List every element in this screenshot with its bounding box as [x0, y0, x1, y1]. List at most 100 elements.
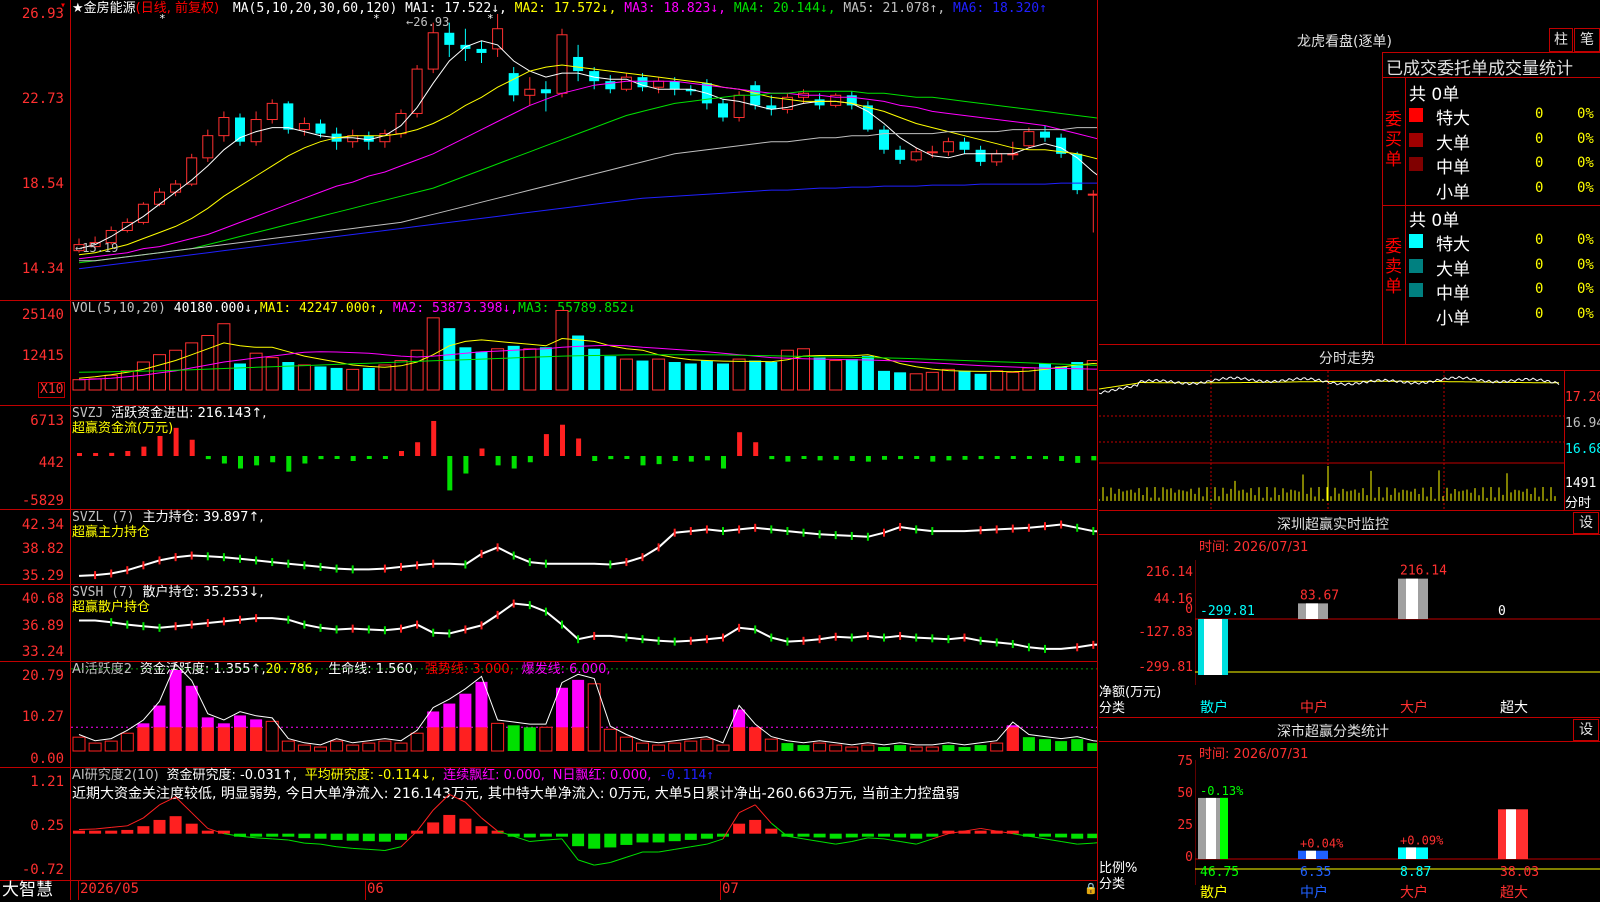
monitor-y-tick: -299.81 — [1138, 660, 1193, 675]
volume-bar — [604, 356, 617, 390]
research-line — [368, 848, 385, 851]
activity-bar — [72, 736, 86, 752]
flow-bar — [109, 452, 115, 456]
volume-bar — [684, 363, 697, 390]
volume-bar — [845, 359, 858, 390]
flow-bar — [656, 456, 662, 465]
volume-bar — [1055, 366, 1068, 390]
ai-research-chart[interactable] — [71, 768, 1097, 880]
y-tick: 12415 — [21, 348, 64, 364]
candle-body — [476, 48, 487, 53]
volume-bar — [861, 356, 874, 390]
research-line — [803, 838, 820, 843]
research-bar — [894, 833, 907, 838]
flow-bar — [1026, 456, 1032, 459]
chart-area[interactable]: ★金房能源(日线, 前复权) MA(5,10,20,30,60,120) MA1… — [0, 0, 1098, 900]
research-bar — [1039, 833, 1051, 837]
order-count: 0 — [1535, 281, 1544, 297]
flow-bar — [415, 442, 421, 456]
activity-bar — [556, 727, 568, 751]
research-bar — [845, 833, 858, 838]
svzj-chart[interactable] — [71, 406, 1097, 509]
volume-bar — [410, 349, 424, 391]
tick-mode-button[interactable]: 笔 — [1574, 28, 1600, 52]
candle-body — [895, 149, 906, 160]
monitor-bar-highlight — [1306, 603, 1318, 619]
research-line — [256, 837, 273, 840]
vol-unit: X10 — [38, 382, 66, 398]
volume-bar — [636, 360, 649, 390]
candle-body — [573, 56, 584, 72]
candle-body — [975, 149, 986, 162]
monitor-bar-highlight — [1406, 578, 1418, 619]
stat-y-tick: 0 — [1185, 850, 1193, 865]
research-bar — [523, 833, 536, 838]
order-row: 小单 0 0% — [1409, 178, 1599, 203]
flow-bar — [849, 456, 855, 462]
ai-activity-chart[interactable] — [71, 662, 1097, 767]
flow-bar — [221, 456, 227, 464]
monitor-settings-button[interactable]: 设 — [1573, 512, 1599, 534]
research-line — [127, 817, 144, 827]
activity-bar — [925, 746, 939, 752]
order-type: 特大 — [1436, 235, 1470, 255]
activity-bar — [652, 744, 666, 752]
flow-bar — [479, 448, 485, 456]
flow-bar — [93, 453, 99, 456]
volume-bar — [346, 368, 360, 391]
stat-chart[interactable]: -0.13% 46.75 +0.04% 6.35 +0.09% 8.87 38.03 — [1195, 760, 1600, 885]
buy-total: 共 0单 — [1409, 85, 1460, 105]
stats-tabs[interactable]: 已成交委托单成交量统计 — [1386, 54, 1573, 79]
volume-bar — [426, 317, 440, 391]
stat-change-label: +0.09% — [1400, 833, 1444, 847]
lock-icon[interactable]: 🔒 — [1084, 882, 1098, 895]
research-line — [819, 841, 836, 845]
research-bar — [556, 833, 568, 837]
svsh-chart[interactable] — [71, 585, 1097, 661]
flow-bar — [994, 456, 1000, 459]
flow-bar — [592, 456, 598, 462]
candlestick-chart[interactable]: ←26.93 ←15.19 * * * — [71, 0, 1097, 300]
activity-bar — [137, 727, 150, 751]
bar-mode-button[interactable]: 柱 — [1549, 28, 1573, 52]
flow-bar — [286, 456, 292, 472]
flow-bar — [157, 435, 163, 456]
research-bar — [620, 833, 633, 845]
stat-value-label: 8.87 — [1400, 865, 1431, 880]
volume-bar — [507, 345, 520, 390]
order-count: 0 — [1535, 106, 1544, 122]
activity-bar — [1071, 739, 1084, 751]
flow-bar — [254, 456, 260, 466]
flow-bar — [608, 456, 614, 460]
volume-bar — [539, 347, 552, 390]
activity-bar — [974, 745, 987, 751]
brand-logo[interactable]: 大智慧 — [2, 880, 53, 900]
intraday-chart[interactable] — [1099, 371, 1564, 510]
volume-bar — [878, 370, 890, 390]
monitor-chart[interactable]: -299.81 83.67 216.14 0 — [1195, 560, 1600, 685]
monitor-category: 中户 — [1300, 700, 1328, 716]
research-bar — [749, 819, 762, 834]
monitor-title: 深圳超赢实时监控 — [1277, 517, 1389, 533]
volume-bar — [555, 309, 569, 391]
research-line — [175, 796, 193, 814]
research-line — [288, 839, 305, 844]
order-type: 中单 — [1436, 158, 1470, 178]
monitor-category: 超大 — [1500, 700, 1528, 716]
flow-bar — [737, 432, 743, 456]
activity-bar — [491, 722, 505, 752]
stat-bar-highlight — [1206, 797, 1216, 859]
volume-chart[interactable] — [71, 301, 1097, 405]
stat-settings-button[interactable]: 设 — [1573, 719, 1599, 741]
candle-body — [926, 151, 938, 154]
volume-bar — [1006, 371, 1020, 391]
volume-bar — [201, 335, 215, 391]
candle-body — [862, 105, 873, 130]
candle-body — [524, 88, 536, 96]
flow-bar — [189, 439, 195, 456]
monitor-y-tick: 216.14 — [1146, 565, 1193, 580]
volume-bar — [1039, 363, 1051, 390]
color-swatch — [1409, 182, 1423, 196]
candle-body — [170, 183, 182, 193]
svzl-chart[interactable] — [71, 510, 1097, 584]
